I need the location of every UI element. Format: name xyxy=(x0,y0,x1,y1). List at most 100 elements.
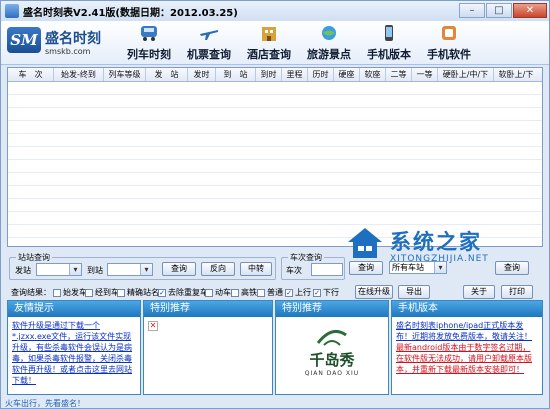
filter-label: 动车 xyxy=(215,288,231,297)
col-first-class[interactable]: 一等 xyxy=(412,68,438,81)
brand-name: 千岛秀 xyxy=(309,351,355,369)
app-icon xyxy=(5,4,19,18)
to-station-label: 到站 xyxy=(87,266,103,275)
col-train-class[interactable]: 列车等级 xyxy=(104,68,146,81)
col-second-class[interactable]: 二等 xyxy=(386,68,412,81)
filter-label: 下行 xyxy=(323,288,339,297)
broken-image-icon: ✕ xyxy=(148,321,158,331)
checkbox-icon xyxy=(231,288,239,297)
reverse-button[interactable]: 反向 xyxy=(201,262,235,276)
to-station-select[interactable] xyxy=(107,263,153,276)
filter-label: 精确站名 xyxy=(127,288,159,297)
friendly-tips-panel: 友情提示 软件升级是通过下载一个*.jzxx.exe文件，运行该文件实现升级，有… xyxy=(7,300,141,395)
mobile-version-panel: 手机版本 盛名时刻表iphone/ipad正式版本发布！近期将发放免费版本，敬请… xyxy=(391,300,543,395)
checkbox-checked-icon: ✓ xyxy=(313,288,321,297)
upgrade-tip-link[interactable]: 软件升级是通过下载一个*.jzxx.exe文件，运行该文件实现升级，有些杀毒软件… xyxy=(12,321,132,385)
checkbox-icon xyxy=(53,288,61,297)
filter-label: 始发车 xyxy=(63,288,87,297)
logo: SM 盛名时刻 smskb.com xyxy=(7,25,111,61)
print-button[interactable]: 打印 xyxy=(501,285,533,299)
filter-label: 上行 xyxy=(295,288,311,297)
brand-name-en: QIAN DAO XIU xyxy=(304,370,360,377)
col-arrive-time[interactable]: 到时 xyxy=(256,68,282,81)
export-button[interactable]: 导出 xyxy=(398,285,430,299)
station-query-panel: 站站查询 发站 到站 查询 反向 中转 xyxy=(9,252,276,280)
house-logo-icon xyxy=(348,228,382,258)
filter-down[interactable]: ✓ 下行 xyxy=(313,287,339,298)
from-station-select[interactable] xyxy=(36,263,82,276)
main-nav: 列车时刻 机票查询 酒店查询 旅游景点 手机版本 手机软件 xyxy=(119,21,479,65)
scenery-icon xyxy=(322,26,336,40)
brand-ad[interactable]: 千岛秀 QIAN DAO XIU xyxy=(282,323,382,389)
app-icon xyxy=(442,26,456,40)
nav-label: 手机版本 xyxy=(367,48,411,61)
col-depart-station[interactable]: 发 站 xyxy=(146,68,188,81)
station-query-title: 站站查询 xyxy=(16,252,52,263)
checkbox-icon xyxy=(205,288,213,297)
filter-label: 经到车 xyxy=(95,288,119,297)
nav-mobile-software[interactable]: 手机软件 xyxy=(419,21,479,65)
logo-name: 盛名时刻 xyxy=(45,31,101,47)
hotel-icon xyxy=(262,27,276,41)
filter-passing[interactable]: 经到车 xyxy=(85,287,119,298)
filter-regular[interactable]: 普通 xyxy=(257,287,283,298)
filter-origin[interactable]: 始发车 xyxy=(53,287,87,298)
recommend-title-2: 特别推荐 xyxy=(276,301,388,317)
train-icon xyxy=(141,26,157,41)
train-query-panel: 车次查询 车次 xyxy=(281,252,345,280)
station-query-button[interactable]: 查询 xyxy=(162,262,196,276)
col-soft-seat[interactable]: 软座 xyxy=(360,68,386,81)
window-title: 盛名时刻表V2.41版(数据日期：2012.03.25) xyxy=(23,7,238,19)
filter-emu[interactable]: 动车 xyxy=(205,287,231,298)
iphone-version-link[interactable]: 盛名时刻表iphone/ipad正式版本发布！近期将发放免费版本，敬请关注！ xyxy=(396,321,532,341)
recommend-title-1: 特别推荐 xyxy=(144,301,272,317)
nav-scenery[interactable]: 旅游景点 xyxy=(299,21,359,65)
nav-hotel-query[interactable]: 酒店查询 xyxy=(239,21,299,65)
nav-train-schedule[interactable]: 列车时刻 xyxy=(119,21,179,65)
nav-label: 机票查询 xyxy=(187,48,231,61)
android-version-link[interactable]: 最新android版本由于数字签名过期，在软件版无法成功，请用户卸载原本版本，并… xyxy=(396,343,532,374)
checkbox-icon xyxy=(117,288,125,297)
col-duration[interactable]: 历时 xyxy=(308,68,334,81)
filter-label: 去除重复车 xyxy=(168,288,208,297)
nav-mobile-version[interactable]: 手机版本 xyxy=(359,21,419,65)
window-controls: – □ ✕ xyxy=(459,3,547,18)
train-no-input[interactable] xyxy=(311,263,343,276)
logo-domain: smskb.com xyxy=(45,47,91,56)
logo-mark: SM xyxy=(7,27,41,53)
banner: SM 盛名时刻 smskb.com 列车时刻 机票查询 酒店查询 旅游景点 手机… xyxy=(1,21,549,65)
checkbox-checked-icon: ✓ xyxy=(285,288,293,297)
col-distance[interactable]: 里程 xyxy=(282,68,308,81)
filter-high-speed[interactable]: 高铁 xyxy=(231,287,257,298)
mobile-version-title: 手机版本 xyxy=(392,301,542,317)
watermark: 系统之家 XITONGZHIJIA.NET xyxy=(346,220,538,270)
minimize-button[interactable]: – xyxy=(459,3,485,18)
title-bar[interactable]: 盛名时刻表V2.41版(数据日期：2012.03.25) – □ ✕ xyxy=(1,1,549,21)
train-query-title: 车次查询 xyxy=(288,252,324,263)
col-origin-terminal[interactable]: 始发-终到 xyxy=(54,68,104,81)
plane-icon xyxy=(200,30,218,40)
filter-exact-name[interactable]: 精确站名 xyxy=(117,287,159,298)
filter-up[interactable]: ✓ 上行 xyxy=(285,287,311,298)
online-upgrade-button[interactable]: 在线升级 xyxy=(355,285,393,299)
transfer-button[interactable]: 中转 xyxy=(240,262,272,276)
filters-label: 查询结果： xyxy=(11,288,51,297)
watermark-en: XITONGZHIJIA.NET xyxy=(390,254,489,264)
checkbox-icon xyxy=(85,288,93,297)
nav-label: 手机软件 xyxy=(427,48,471,61)
filter-dedupe[interactable]: ✓ 去除重复车 xyxy=(158,287,208,298)
nav-flight-query[interactable]: 机票查询 xyxy=(179,21,239,65)
col-depart-time[interactable]: 发时 xyxy=(188,68,216,81)
col-hard-seat[interactable]: 硬座 xyxy=(334,68,360,81)
close-button[interactable]: ✕ xyxy=(513,3,547,18)
maximize-button[interactable]: □ xyxy=(486,3,512,18)
col-hard-sleeper[interactable]: 硬卧上/中/下 xyxy=(438,68,494,81)
col-arrive-station[interactable]: 到 站 xyxy=(216,68,256,81)
watermark-cn: 系统之家 xyxy=(390,230,482,254)
col-train-no[interactable]: 车 次 xyxy=(8,68,54,81)
col-soft-sleeper[interactable]: 软卧上/下 xyxy=(494,68,538,81)
brand-logo-icon xyxy=(316,329,347,346)
about-button[interactable]: 关于 xyxy=(463,285,495,299)
friendly-tips-title: 友情提示 xyxy=(8,301,140,317)
app-window: 盛名时刻表V2.41版(数据日期：2012.03.25) – □ ✕ SM 盛名… xyxy=(0,0,550,409)
